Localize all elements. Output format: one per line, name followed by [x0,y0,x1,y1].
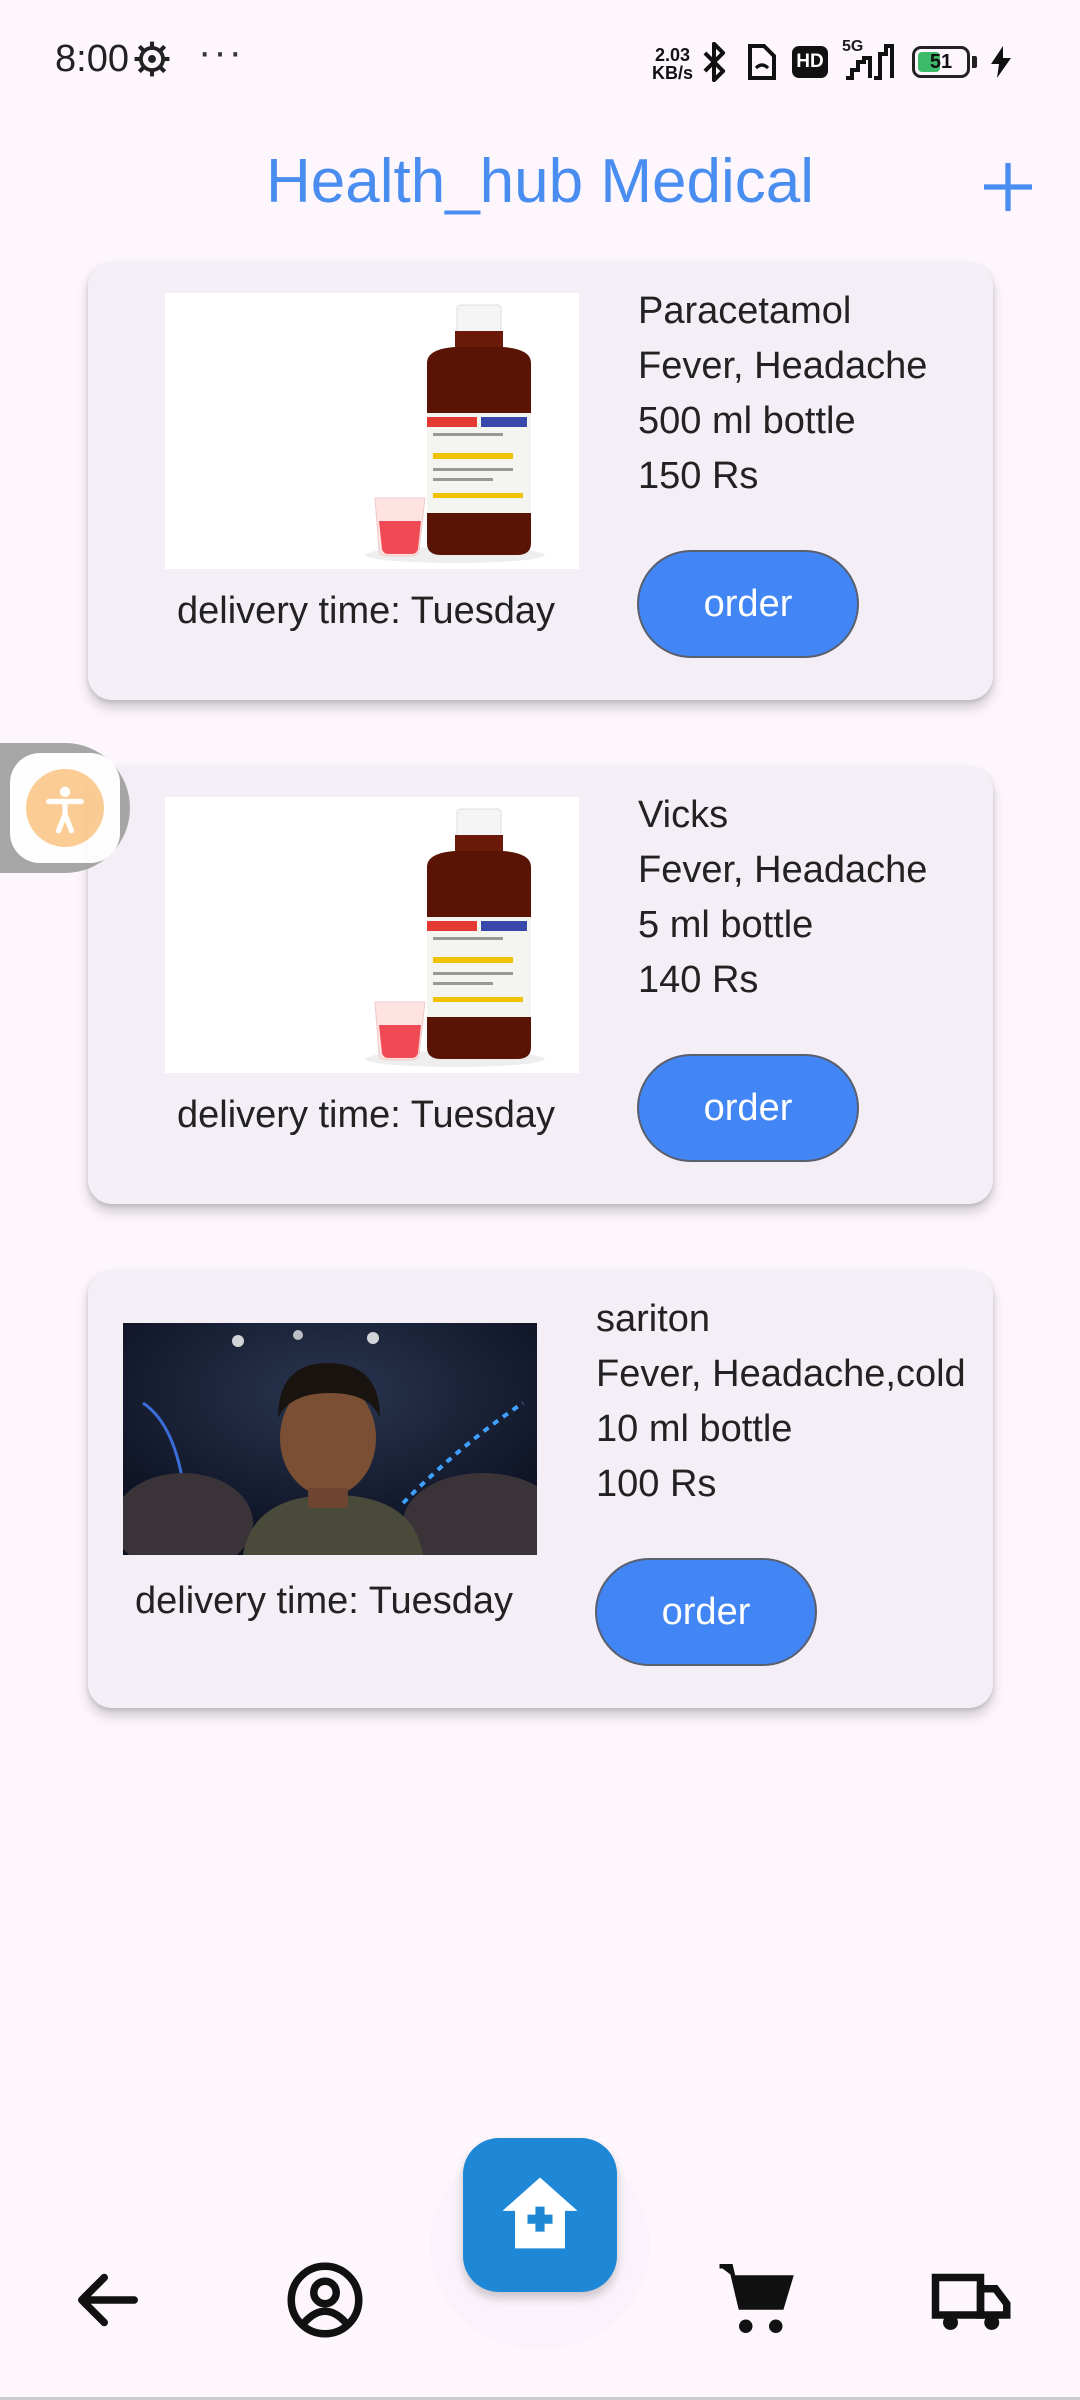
network-speed: 2.03 KB/s [652,46,693,82]
nav-delivery-button[interactable] [928,2255,1018,2345]
accessibility-icon [46,786,84,834]
home-fab-button[interactable] [463,2138,617,2292]
hd-label: HD [796,51,824,72]
back-arrow-icon [78,2273,138,2327]
product-price: 100 Rs [596,1463,717,1505]
product-size: 5 ml bottle [638,904,814,946]
signal-icon: 5G [842,38,898,82]
gear-icon [134,41,170,77]
product-size: 500 ml bottle [638,400,856,442]
product-use: Fever, Headache [638,345,928,387]
product-card: delivery time: Tuesday Vicks Fever, Head… [88,766,993,1204]
hd-icon: HD [792,46,828,78]
product-info: Paracetamol Fever, Headache 500 ml bottl… [638,284,927,504]
product-use: Fever, Headache,cold [596,1353,966,1395]
product-price: 140 Rs [638,959,759,1001]
network-speed-value: 2.03 [654,45,691,65]
plus-icon [984,163,1032,211]
status-bar: 8:00 ··· 2.03 KB/s HD 5G 51 [0,0,1080,125]
product-use: Fever, Headache [638,849,928,891]
order-button[interactable]: order [595,1558,817,1666]
order-button[interactable]: order [637,1054,859,1162]
bluetooth-icon [703,42,726,82]
nav-cart-button[interactable] [712,2255,802,2345]
more-dots-icon: ··· [198,30,244,74]
page-title: Health_hub Medical [265,147,814,216]
status-icons: HD 5G 51 [700,38,1011,84]
account-circle-icon [287,2262,363,2338]
product-price: 150 Rs [638,455,759,497]
add-button[interactable] [976,155,1040,219]
delivery-time: delivery time: Tuesday [135,1580,514,1622]
product-info: sariton Fever, Headache,cold 10 ml bottl… [596,1292,966,1512]
product-name: sariton [596,1298,711,1340]
app-bar: Health_hub Medical [0,125,1080,250]
home-medical-icon [502,2177,578,2249]
product-image [123,1323,537,1555]
product-size: 10 ml bottle [596,1408,793,1450]
status-time: 8:00 [55,38,129,80]
product-image [165,293,579,569]
delivery-time: delivery time: Tuesday [177,590,556,632]
product-card: delivery time: Tuesday Paracetamol Fever… [88,262,993,700]
nav-back-button[interactable] [63,2255,153,2345]
nav-profile-button[interactable] [280,2255,370,2345]
delivery-time: delivery time: Tuesday [177,1094,556,1136]
charging-icon [991,46,1011,78]
cart-icon [719,2264,794,2333]
network-speed-unit: KB/s [652,63,694,83]
nfc-icon [748,44,776,80]
order-button[interactable]: order [637,550,859,658]
product-card: delivery time: Tuesday sariton Fever, He… [88,1270,993,1708]
battery-level: 51 [929,51,953,73]
product-image [165,797,579,1073]
battery-icon: 51 [912,46,970,78]
accessibility-float-button[interactable] [0,743,130,873]
product-name: Vicks [638,794,729,836]
product-info: Vicks Fever, Headache 5 ml bottle 140 Rs [638,788,927,1008]
delivery-truck-icon [931,2273,1011,2330]
product-name: Paracetamol [638,290,852,332]
